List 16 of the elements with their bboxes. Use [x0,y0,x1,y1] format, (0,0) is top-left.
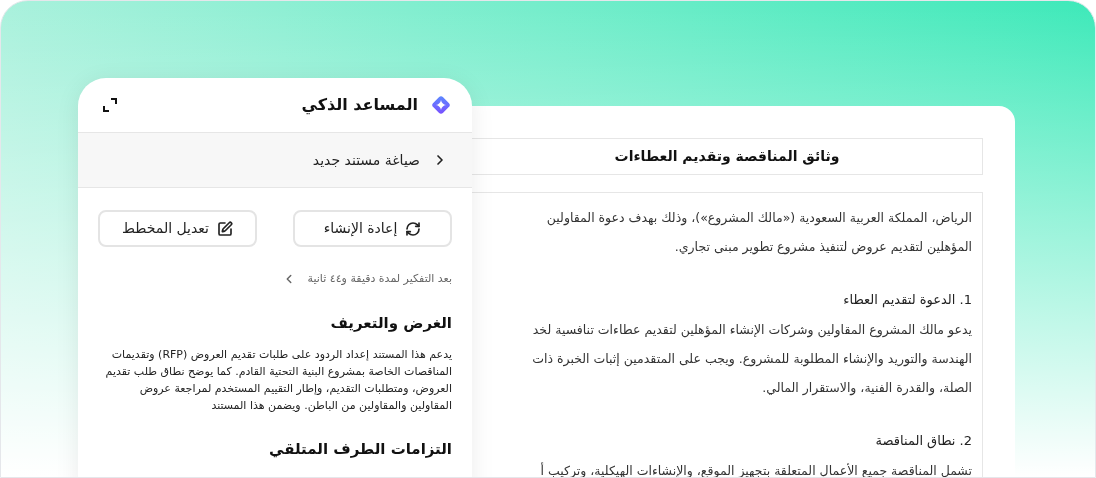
edit-icon [217,220,233,237]
document-heading: 2. نطاق المناقصة [875,432,972,451]
breadcrumb-row[interactable]: صياغة مستند جديد [78,132,472,188]
document-paragraph: يدعو مالك المشروع المقاولين وشركات الإنشاء المؤهلين لتقديم عطاءات تنافسية لخد الهندسة والتوريد والإنشاء المطلوبة للمشروع. ويجب على المتقدمين إثبات الخبرة ذات الصلة، والقدرة الفنية، والاستقرار المالي. [532,321,972,398]
expand-icon [102,97,118,113]
panel-title: المساعد الذكي [301,94,418,117]
action-button[interactable]: إعادة الإنشاء [293,210,452,247]
section-paragraph: يدعم هذا المستند إعداد الردود على طلبات تقديم العروض (RFP) وتقديمات المناقصات الخاصة بمشروع البنية التحتية القادم. كما يوضح نطاق طلب تقديم العروض، ومتطلبات التقديم، وإطار التقييم المستخدم لمراجعة عروض المقاولين والمقاولين من الباطن. ويضمن هذا المستند [104,347,452,414]
document-heading: 1. الدعوة لتقديم العطاء [843,291,972,310]
refresh-icon [405,220,422,237]
document-title: وثائق المناقصة وتقديم العطاءات [614,147,840,167]
section-heading: التزامات الطرف المتلقي [268,439,452,460]
document-paragraph: الرياض، المملكة العربية السعودية («مالك المشروع»)، وذلك بهدف دعوة المقاولين المؤهلين لتقديم عروض لتنفيذ مشروع تطوير مبنى تجاري. [546,209,972,257]
action-button[interactable]: تعديل المخطط [98,210,257,247]
thinking-toggle[interactable]: بعد التفكير لمدة دقيقة و٤٤ ثانية [261,271,472,288]
section-heading: الغرض والتعريف [329,312,452,334]
